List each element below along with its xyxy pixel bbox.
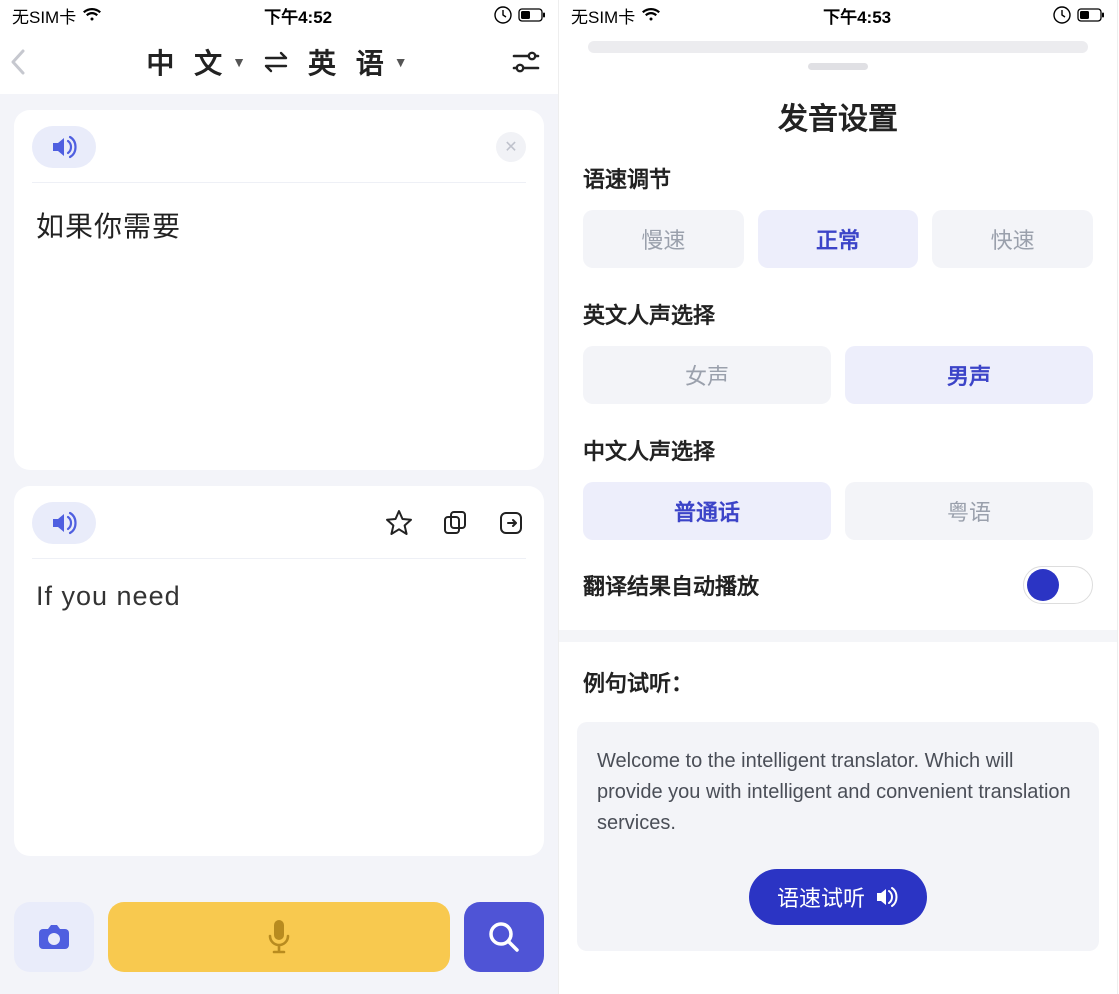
- speed-section: 语速调节 慢速 正常 快速: [559, 148, 1117, 272]
- orientation-lock-icon: [494, 6, 512, 24]
- copy-button[interactable]: [440, 508, 470, 538]
- autoplay-row: 翻译结果自动播放: [559, 544, 1117, 630]
- target-language-label: 英 语: [308, 42, 390, 82]
- source-language-selector[interactable]: 中 文 ▼: [146, 42, 246, 82]
- camera-button[interactable]: [14, 902, 94, 972]
- sample-play-button[interactable]: 语速试听: [749, 869, 927, 925]
- source-card: ✕ 如果你需要: [14, 110, 544, 470]
- autoplay-label: 翻译结果自动播放: [583, 569, 759, 601]
- share-button[interactable]: [496, 508, 526, 538]
- sheet-handle: [808, 63, 868, 70]
- target-card: If you need: [14, 486, 544, 856]
- swap-languages-button[interactable]: [262, 51, 292, 73]
- microphone-button[interactable]: [108, 902, 450, 972]
- carrier-label: 无SIM卡: [571, 3, 635, 28]
- voice-settings-screen: 无SIM卡 下午4:53 发音设置 语速调节 慢速 正常 快速: [559, 0, 1118, 994]
- battery-icon: [518, 8, 546, 22]
- favorite-button[interactable]: [384, 508, 414, 538]
- en-voice-female[interactable]: 女声: [583, 346, 831, 404]
- target-language-selector[interactable]: 英 语 ▼: [308, 42, 408, 82]
- zh-voice-mandarin[interactable]: 普通话: [583, 482, 831, 540]
- battery-icon: [1077, 8, 1105, 22]
- carrier-label: 无SIM卡: [12, 3, 76, 28]
- sheet-title: 发音设置: [559, 76, 1117, 148]
- sheet-grabber-area[interactable]: [559, 30, 1117, 76]
- clock-label: 下午4:53: [823, 3, 891, 28]
- speed-option-normal[interactable]: 正常: [758, 210, 919, 268]
- caret-down-icon: ▼: [232, 54, 246, 70]
- autoplay-toggle[interactable]: [1023, 566, 1093, 604]
- orientation-lock-icon: [1053, 6, 1071, 24]
- status-bar: 无SIM卡 下午4:53: [559, 0, 1117, 30]
- play-source-audio-button[interactable]: [32, 126, 96, 168]
- speed-option-slow[interactable]: 慢速: [583, 210, 744, 268]
- clear-source-button[interactable]: ✕: [496, 132, 526, 162]
- speed-option-fast[interactable]: 快速: [932, 210, 1093, 268]
- status-bar: 无SIM卡 下午4:52: [0, 0, 558, 30]
- en-voice-male[interactable]: 男声: [845, 346, 1093, 404]
- clock-label: 下午4:52: [264, 3, 332, 28]
- sample-play-label: 语速试听: [777, 881, 865, 913]
- toggle-knob: [1027, 569, 1059, 601]
- wifi-icon: [82, 8, 102, 22]
- wifi-icon: [641, 8, 661, 22]
- zh-voice-cantonese[interactable]: 粤语: [845, 482, 1093, 540]
- search-button[interactable]: [464, 902, 544, 972]
- speed-section-label: 语速调节: [583, 162, 1093, 194]
- section-divider: [559, 630, 1117, 642]
- header-bar: 中 文 ▼ 英 语 ▼: [0, 30, 558, 94]
- sample-text: Welcome to the intelligent translator. W…: [597, 746, 1079, 839]
- bottom-toolbar: [0, 888, 558, 994]
- source-language-label: 中 文: [146, 42, 228, 82]
- translator-screen: 无SIM卡 下午4:52 中 文 ▼: [0, 0, 559, 994]
- english-voice-label: 英文人声选择: [583, 298, 1093, 330]
- caret-down-icon: ▼: [394, 54, 408, 70]
- sample-box: Welcome to the intelligent translator. W…: [577, 722, 1099, 951]
- sample-section-label: 例句试听：: [559, 642, 1117, 714]
- sheet-backdrop-bar: [588, 41, 1088, 53]
- speaker-icon: [875, 886, 899, 908]
- english-voice-section: 英文人声选择 女声 男声: [559, 272, 1117, 408]
- chinese-voice-section: 中文人声选择 普通话 粤语: [559, 408, 1117, 544]
- target-text: If you need: [32, 559, 526, 629]
- back-button[interactable]: [10, 49, 42, 75]
- play-target-audio-button[interactable]: [32, 502, 96, 544]
- chinese-voice-label: 中文人声选择: [583, 434, 1093, 466]
- settings-button[interactable]: [512, 49, 548, 75]
- source-text[interactable]: 如果你需要: [32, 183, 526, 253]
